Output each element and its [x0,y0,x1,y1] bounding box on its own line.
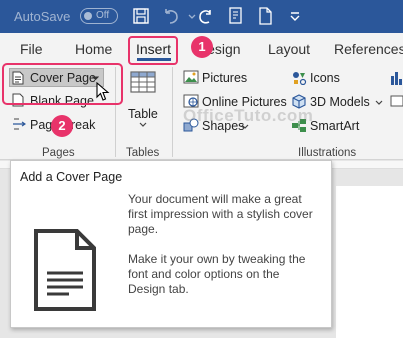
pictures-button[interactable]: Pictures [202,71,247,85]
chart-icon[interactable] [390,70,403,91]
3d-models-button[interactable]: 3D Models [310,95,370,109]
document-page[interactable] [336,186,403,338]
cover-page-tooltip: Add a Cover Page Your document will make… [10,160,332,328]
group-divider [172,67,173,157]
tab-file[interactable]: File [20,41,43,57]
step-1-badge: 1 [191,36,213,58]
autosave-state: Off [96,10,110,21]
tooltip-tip: Make it your own by tweaking the font an… [128,252,306,296]
chevron-down-icon[interactable] [139,122,147,128]
toggle-knob [84,12,92,20]
tooltip-title: Add a Cover Page [20,170,123,184]
new-document-icon[interactable] [254,5,276,27]
autosave-label: AutoSave [14,9,71,24]
watermark: OfficeTuto.com [183,106,314,125]
tab-home[interactable]: Home [75,41,112,57]
smartart-button[interactable]: SmartArt [310,119,359,133]
table-icon [128,68,158,103]
title-bar: AutoSave Off [0,0,403,33]
touch-mode-icon[interactable] [225,5,247,27]
tab-references[interactable]: References [334,41,403,57]
icons-icon [291,70,307,90]
illustrations-group-label: Illustrations [298,147,357,159]
page-break-icon [12,117,27,136]
redo-icon[interactable] [195,5,217,27]
cover-page-large-icon [33,228,97,317]
step-2-badge: 2 [51,115,73,137]
tables-group-label: Tables [126,147,160,159]
table-button[interactable]: Table [128,107,158,121]
icons-button[interactable]: Icons [310,71,340,85]
tooltip-description: Your document will make a great first im… [128,192,313,236]
screenshot-icon[interactable] [390,94,403,113]
pictures-icon [183,70,199,89]
insert-highlight-box [128,36,178,65]
mouse-cursor-icon [96,82,110,101]
pages-group-label: Pages [42,147,75,159]
customize-qat-icon[interactable] [284,5,306,27]
save-icon[interactable] [130,5,152,27]
autosave-toggle[interactable]: Off [80,8,118,24]
undo-icon[interactable] [160,5,182,27]
chevron-down-icon[interactable] [375,100,383,106]
undo-dropdown-icon[interactable] [181,5,196,27]
tab-layout[interactable]: Layout [268,41,310,57]
